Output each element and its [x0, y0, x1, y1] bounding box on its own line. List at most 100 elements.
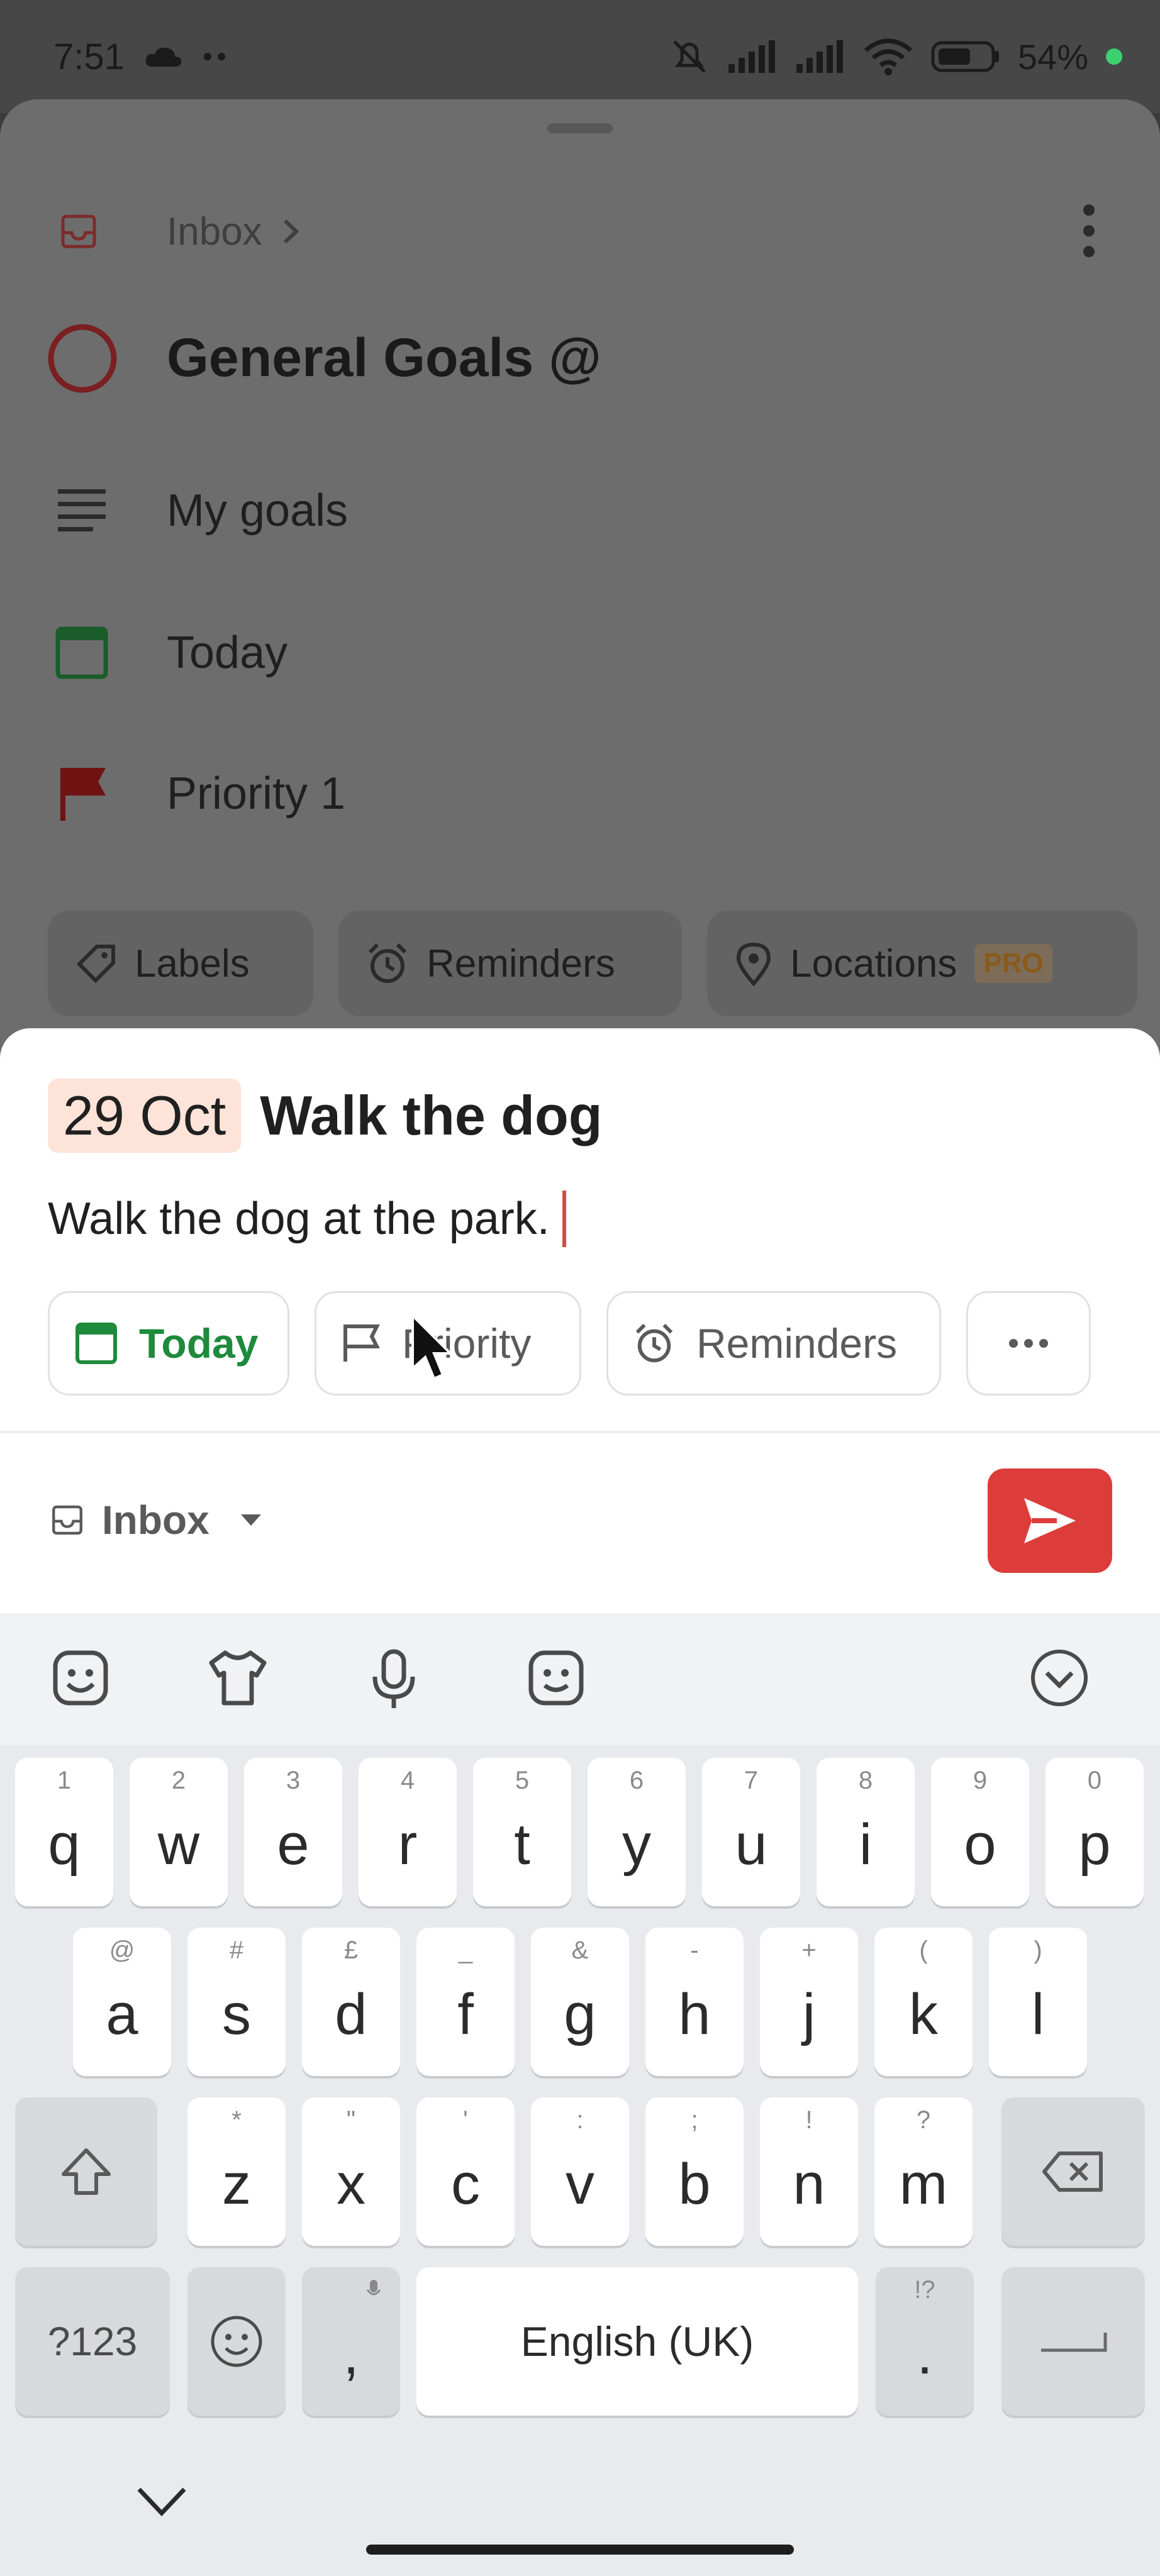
task-title[interactable]: General Goals @	[167, 327, 601, 389]
wifi-icon	[864, 38, 913, 75]
key-r[interactable]: 4r	[359, 1758, 457, 1906]
priority-row[interactable]: Priority 1	[0, 762, 345, 825]
composer-description-input[interactable]: Walk the dog at the park.	[48, 1191, 566, 1247]
date-tag[interactable]: 29 Oct	[48, 1079, 242, 1153]
sticker-icon[interactable]	[50, 1648, 111, 1708]
composer-description-text: Walk the dog at the park.	[48, 1194, 550, 1244]
task-title-row[interactable]: General Goals @	[0, 324, 601, 392]
key-c[interactable]: ' c	[416, 2097, 515, 2246]
send-arrow-icon	[1024, 1498, 1076, 1543]
location-pin-icon	[736, 942, 771, 986]
cloud-icon	[145, 47, 182, 67]
more-notifications-icon	[203, 53, 225, 60]
emoji-key[interactable]	[187, 2267, 286, 2416]
breadcrumb[interactable]: Inbox	[0, 200, 300, 263]
more-options-button[interactable]	[966, 1291, 1091, 1396]
chevron-right-icon	[283, 219, 299, 244]
due-date-row[interactable]: Today	[0, 621, 287, 684]
enter-icon	[1041, 2333, 1107, 2352]
home-indicator[interactable]	[366, 2545, 794, 2555]
key-x[interactable]: " x	[302, 2097, 400, 2246]
sheet-grab-handle[interactable]	[547, 123, 613, 133]
key-h[interactable]: -h	[645, 1928, 744, 2076]
key-z[interactable]: * z	[187, 2097, 286, 2246]
key-g[interactable]: & g	[531, 1928, 629, 2076]
key-f[interactable]: _ f	[416, 1928, 515, 2076]
space-key[interactable]: English (UK)	[416, 2267, 858, 2416]
emoji-keyboard-icon[interactable]	[526, 1648, 586, 1708]
description-lines-icon	[58, 489, 106, 531]
shift-arrow-icon	[62, 2148, 111, 2195]
key-y[interactable]: 6y	[588, 1758, 686, 1906]
key-k[interactable]: (k	[874, 1928, 973, 2076]
key-o[interactable]: 9o	[931, 1758, 1029, 1906]
more-vertical-icon[interactable]	[1079, 203, 1098, 259]
breadcrumb-project: Inbox	[167, 209, 262, 253]
send-button[interactable]	[988, 1468, 1112, 1573]
shift-key[interactable]	[15, 2097, 157, 2246]
microphone-icon[interactable]	[369, 1648, 419, 1711]
key-d[interactable]: £ d	[302, 1928, 400, 2076]
keyboard: 1q 2w 3e 4r 5t 6y 7u 8i 9o 0p @ a # s £ d _…	[0, 1613, 1160, 2576]
description-row[interactable]: My goals	[0, 479, 348, 542]
composer-divider	[0, 1431, 1160, 1433]
key-w[interactable]: 2w	[130, 1758, 228, 1906]
caret-down-icon	[240, 1514, 261, 1526]
composer-task-title[interactable]: 29 Oct Walk the dog	[48, 1079, 603, 1153]
labels-chip[interactable]: Labels	[48, 911, 313, 1016]
key-l[interactable]: ) l	[989, 1928, 1087, 2076]
symbols-key[interactable]: ?123	[15, 2267, 170, 2416]
project-selector-label: Inbox	[102, 1497, 209, 1543]
composer-task-name[interactable]: Walk the dog	[260, 1084, 602, 1148]
reminders-option-button[interactable]: Reminders	[606, 1291, 941, 1396]
mic-hint-icon	[366, 2280, 381, 2296]
more-horizontal-icon	[1009, 1339, 1048, 1348]
alarm-clock-icon	[635, 1323, 673, 1363]
key-t[interactable]: 5t	[473, 1758, 571, 1906]
smiley-icon	[211, 2316, 262, 2367]
key-j[interactable]: + j	[760, 1928, 858, 2076]
key-q[interactable]: 1q	[15, 1758, 113, 1906]
labels-chip-label: Labels	[135, 941, 250, 985]
charging-dot-icon	[1106, 48, 1122, 65]
reminders-chip-label: Reminders	[427, 941, 615, 985]
collapse-keyboard-icon[interactable]	[1029, 1648, 1090, 1708]
key-b[interactable]: ; b	[645, 2097, 744, 2246]
label-tag-icon	[76, 945, 115, 984]
key-n[interactable]: ! n	[760, 2097, 858, 2246]
comma-key[interactable]: ,	[302, 2267, 400, 2416]
backspace-key[interactable]	[1001, 2097, 1145, 2246]
priority-text: Priority 1	[167, 769, 346, 819]
task-description: My goals	[167, 486, 349, 536]
enter-key[interactable]	[1001, 2267, 1145, 2416]
period-key[interactable]: !?.	[876, 2267, 974, 2416]
key-i[interactable]: 8i	[817, 1758, 915, 1906]
complete-circle-icon[interactable]	[47, 323, 118, 394]
status-bar: 7:51 54%	[0, 0, 1160, 113]
inbox-icon	[52, 1505, 82, 1535]
mouse-pointer-icon	[411, 1313, 453, 1380]
project-selector[interactable]: Inbox	[50, 1497, 262, 1543]
key-v[interactable]: :v	[531, 2097, 629, 2246]
hide-keyboard-chevron-icon[interactable]	[135, 2484, 188, 2518]
priority-flag-icon	[60, 768, 106, 821]
key-p[interactable]: 0p	[1046, 1758, 1144, 1906]
quick-add-composer: 29 Oct Walk the dog Walk the dog at the …	[0, 1028, 1160, 1613]
theme-shirt-icon[interactable]	[206, 1648, 269, 1708]
signal-1-icon	[728, 40, 775, 73]
pro-badge: PRO	[974, 944, 1052, 983]
status-time: 7:51	[53, 36, 125, 77]
inbox-icon	[61, 214, 96, 248]
key-a[interactable]: @ a	[73, 1928, 171, 2076]
keyboard-toolbar	[0, 1613, 1160, 1745]
today-option-label: Today	[139, 1320, 259, 1367]
key-e[interactable]: 3e	[244, 1758, 342, 1906]
today-option-button[interactable]: Today	[48, 1291, 289, 1396]
key-u[interactable]: 7u	[702, 1758, 800, 1906]
key-m[interactable]: ? m	[874, 2097, 973, 2246]
due-date-text: Today	[167, 628, 288, 678]
reminders-chip[interactable]: Reminders	[338, 911, 682, 1016]
locations-chip[interactable]: Locations PRO	[707, 911, 1137, 1016]
key-s[interactable]: # s	[187, 1928, 286, 2076]
flag-icon	[343, 1324, 380, 1362]
